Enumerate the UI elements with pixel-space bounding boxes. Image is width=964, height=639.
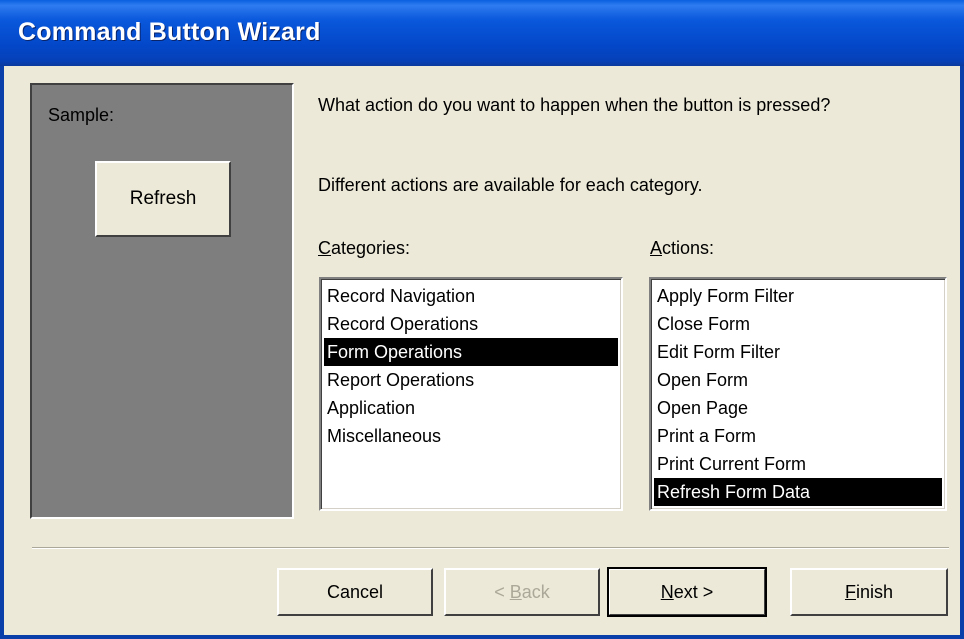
actions-label-mnemonic: A bbox=[650, 238, 663, 258]
actions-label-rest: ctions: bbox=[662, 238, 715, 258]
window-title: Command Button Wizard bbox=[18, 18, 321, 46]
action-item-print-current-form[interactable]: Print Current Form bbox=[654, 450, 942, 478]
next-button-mnemonic: N bbox=[660, 581, 674, 602]
action-item-edit-form-filter[interactable]: Edit Form Filter bbox=[654, 338, 942, 366]
next-button[interactable]: Next > bbox=[607, 567, 767, 617]
categories-label: Categories: bbox=[318, 238, 410, 259]
back-button-label: < Back bbox=[494, 582, 550, 603]
action-item-close-form[interactable]: Close Form bbox=[654, 310, 942, 338]
categories-label-rest: ategories: bbox=[331, 238, 411, 258]
finish-button[interactable]: Finish bbox=[790, 568, 948, 616]
back-button-mnemonic: B bbox=[509, 581, 522, 602]
finish-button-label: Finish bbox=[845, 582, 893, 603]
categories-label-mnemonic: C bbox=[318, 238, 331, 258]
back-button[interactable]: < Back bbox=[444, 568, 600, 616]
sample-label: Sample: bbox=[48, 105, 115, 125]
action-item-open-form[interactable]: Open Form bbox=[654, 366, 942, 394]
action-item-print-a-form[interactable]: Print a Form bbox=[654, 422, 942, 450]
category-item-application[interactable]: Application bbox=[324, 394, 618, 422]
cancel-button-label: Cancel bbox=[326, 581, 384, 602]
next-button-rest: ext > bbox=[673, 581, 714, 602]
sample-preview-panel: Sample: Refresh bbox=[30, 83, 294, 519]
separator-line bbox=[32, 547, 949, 549]
action-item-apply-form-filter[interactable]: Apply Form Filter bbox=[654, 282, 942, 310]
actions-label: Actions: bbox=[650, 238, 714, 259]
action-item-refresh-form-data[interactable]: Refresh Form Data bbox=[654, 478, 942, 506]
cancel-button[interactable]: Cancel bbox=[277, 568, 433, 616]
window-frame-right bbox=[960, 66, 964, 639]
question-text: What action do you want to happen when t… bbox=[318, 95, 831, 115]
next-button-label: Next > bbox=[661, 582, 714, 603]
title-bar[interactable]: Command Button Wizard bbox=[0, 0, 964, 66]
category-item-miscellaneous[interactable]: Miscellaneous bbox=[324, 422, 618, 450]
back-button-rest: ack bbox=[521, 581, 550, 602]
category-item-report-operations[interactable]: Report Operations bbox=[324, 366, 618, 394]
category-item-record-navigation[interactable]: Record Navigation bbox=[324, 282, 618, 310]
window-frame-left bbox=[0, 66, 4, 639]
categories-listbox[interactable]: Record Navigation Record Operations Form… bbox=[319, 277, 623, 511]
category-item-record-operations[interactable]: Record Operations bbox=[324, 310, 618, 338]
sample-preview-button: Refresh bbox=[95, 161, 231, 237]
finish-button-rest: inish bbox=[855, 581, 894, 602]
window-frame-bottom bbox=[0, 635, 964, 639]
category-item-form-operations[interactable]: Form Operations bbox=[324, 338, 618, 366]
action-item-open-page[interactable]: Open Page bbox=[654, 394, 942, 422]
back-button-prefix: < bbox=[494, 581, 510, 602]
info-text: Different actions are available for each… bbox=[318, 175, 703, 195]
command-button-wizard-window: Command Button Wizard Sample: Refresh Wh… bbox=[0, 0, 964, 639]
finish-button-mnemonic: F bbox=[844, 581, 856, 602]
sample-preview-button-label: Refresh bbox=[129, 188, 197, 209]
actions-listbox[interactable]: Apply Form Filter Close Form Edit Form F… bbox=[649, 277, 947, 511]
